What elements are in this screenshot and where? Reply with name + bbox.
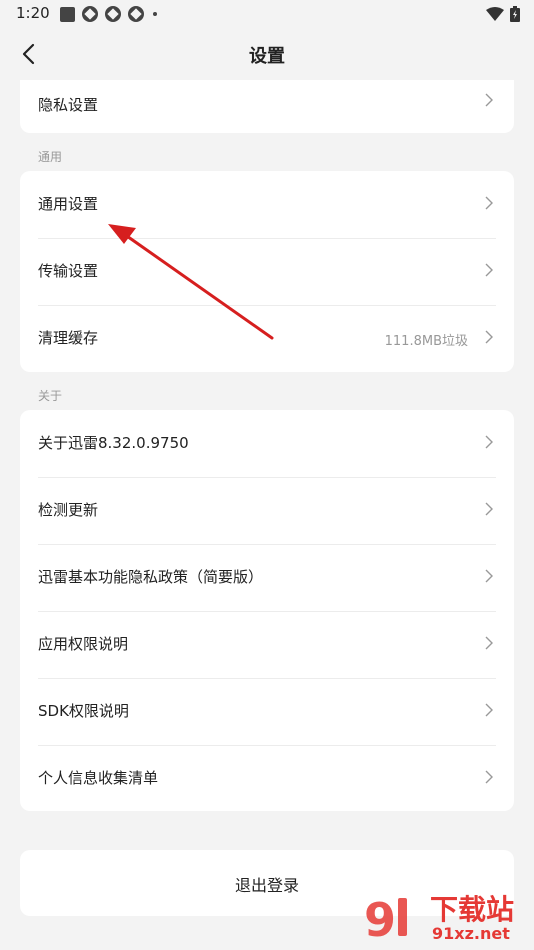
row-label: 清理缓存 — [38, 329, 99, 347]
watermark-logo-icon: 9 — [364, 893, 407, 946]
personal-info-list-row[interactable]: 个人信息收集清单 — [20, 745, 514, 811]
row-label: 检测更新 — [38, 501, 99, 519]
privacy-settings-row[interactable]: 隐私设置 — [20, 80, 514, 133]
transfer-settings-row[interactable]: 传输设置 — [20, 238, 514, 305]
pinwheel-icon — [105, 6, 121, 22]
privacy-policy-row[interactable]: 迅雷基本功能隐私政策（简要版） — [20, 544, 514, 611]
app-permissions-row[interactable]: 应用权限说明 — [20, 611, 514, 678]
status-bar: 1:20 — [0, 0, 534, 28]
cache-size-value: 111.8MB垃圾 — [384, 334, 468, 349]
chevron-right-icon — [485, 93, 493, 107]
chevron-right-icon — [485, 636, 493, 650]
general-card: 通用设置 传输设置 清理缓存 111.8MB垃圾 — [20, 171, 514, 372]
about-version-row[interactable]: 关于迅雷8.32.0.9750 — [20, 410, 514, 477]
row-label: 通用设置 — [38, 195, 99, 213]
sdk-permissions-row[interactable]: SDK权限说明 — [20, 678, 514, 745]
privacy-card: 隐私设置 — [20, 80, 514, 133]
watermark-brand: 下载站 — [430, 893, 515, 926]
row-label: 关于迅雷8.32.0.9750 — [38, 434, 189, 452]
status-time: 1:20 — [16, 4, 50, 22]
about-card: 关于迅雷8.32.0.9750 检测更新 迅雷基本功能隐私政策（简要版） 应用权… — [20, 410, 514, 811]
general-settings-row[interactable]: 通用设置 — [20, 171, 514, 238]
pinwheel-icon — [128, 6, 144, 22]
row-label: 迅雷基本功能隐私政策（简要版） — [38, 568, 264, 586]
row-label: 个人信息收集清单 — [38, 769, 159, 787]
clear-cache-row[interactable]: 清理缓存 111.8MB垃圾 — [20, 305, 514, 372]
chevron-right-icon — [485, 330, 493, 344]
header: 设置 — [0, 28, 534, 80]
section-header-about: 关于 — [38, 389, 63, 403]
system-icons — [486, 6, 520, 22]
chevron-right-icon — [485, 196, 493, 210]
pinwheel-icon — [82, 6, 98, 22]
row-label: SDK权限说明 — [38, 702, 129, 720]
battery-icon — [510, 6, 520, 22]
notification-icons — [60, 6, 157, 22]
row-label: 传输设置 — [38, 262, 99, 280]
chevron-right-icon — [485, 703, 493, 717]
chevron-right-icon — [485, 435, 493, 449]
chevron-right-icon — [485, 502, 493, 516]
row-label: 应用权限说明 — [38, 635, 129, 653]
chevron-right-icon — [485, 263, 493, 277]
watermark: 9 下载站 91xz.net — [360, 888, 530, 948]
app-notification-icon — [60, 6, 75, 22]
page-title: 设置 — [249, 46, 285, 67]
watermark-site: 91xz.net — [432, 924, 510, 943]
section-header-general: 通用 — [38, 150, 63, 164]
logout-label: 退出登录 — [234, 876, 299, 895]
chevron-right-icon — [485, 770, 493, 784]
more-notifications-dot-icon — [153, 12, 157, 16]
row-label: 隐私设置 — [38, 96, 99, 114]
chevron-right-icon — [485, 569, 493, 583]
check-update-row[interactable]: 检测更新 — [20, 477, 514, 544]
wifi-icon — [486, 7, 504, 21]
svg-text:9: 9 — [364, 893, 396, 946]
